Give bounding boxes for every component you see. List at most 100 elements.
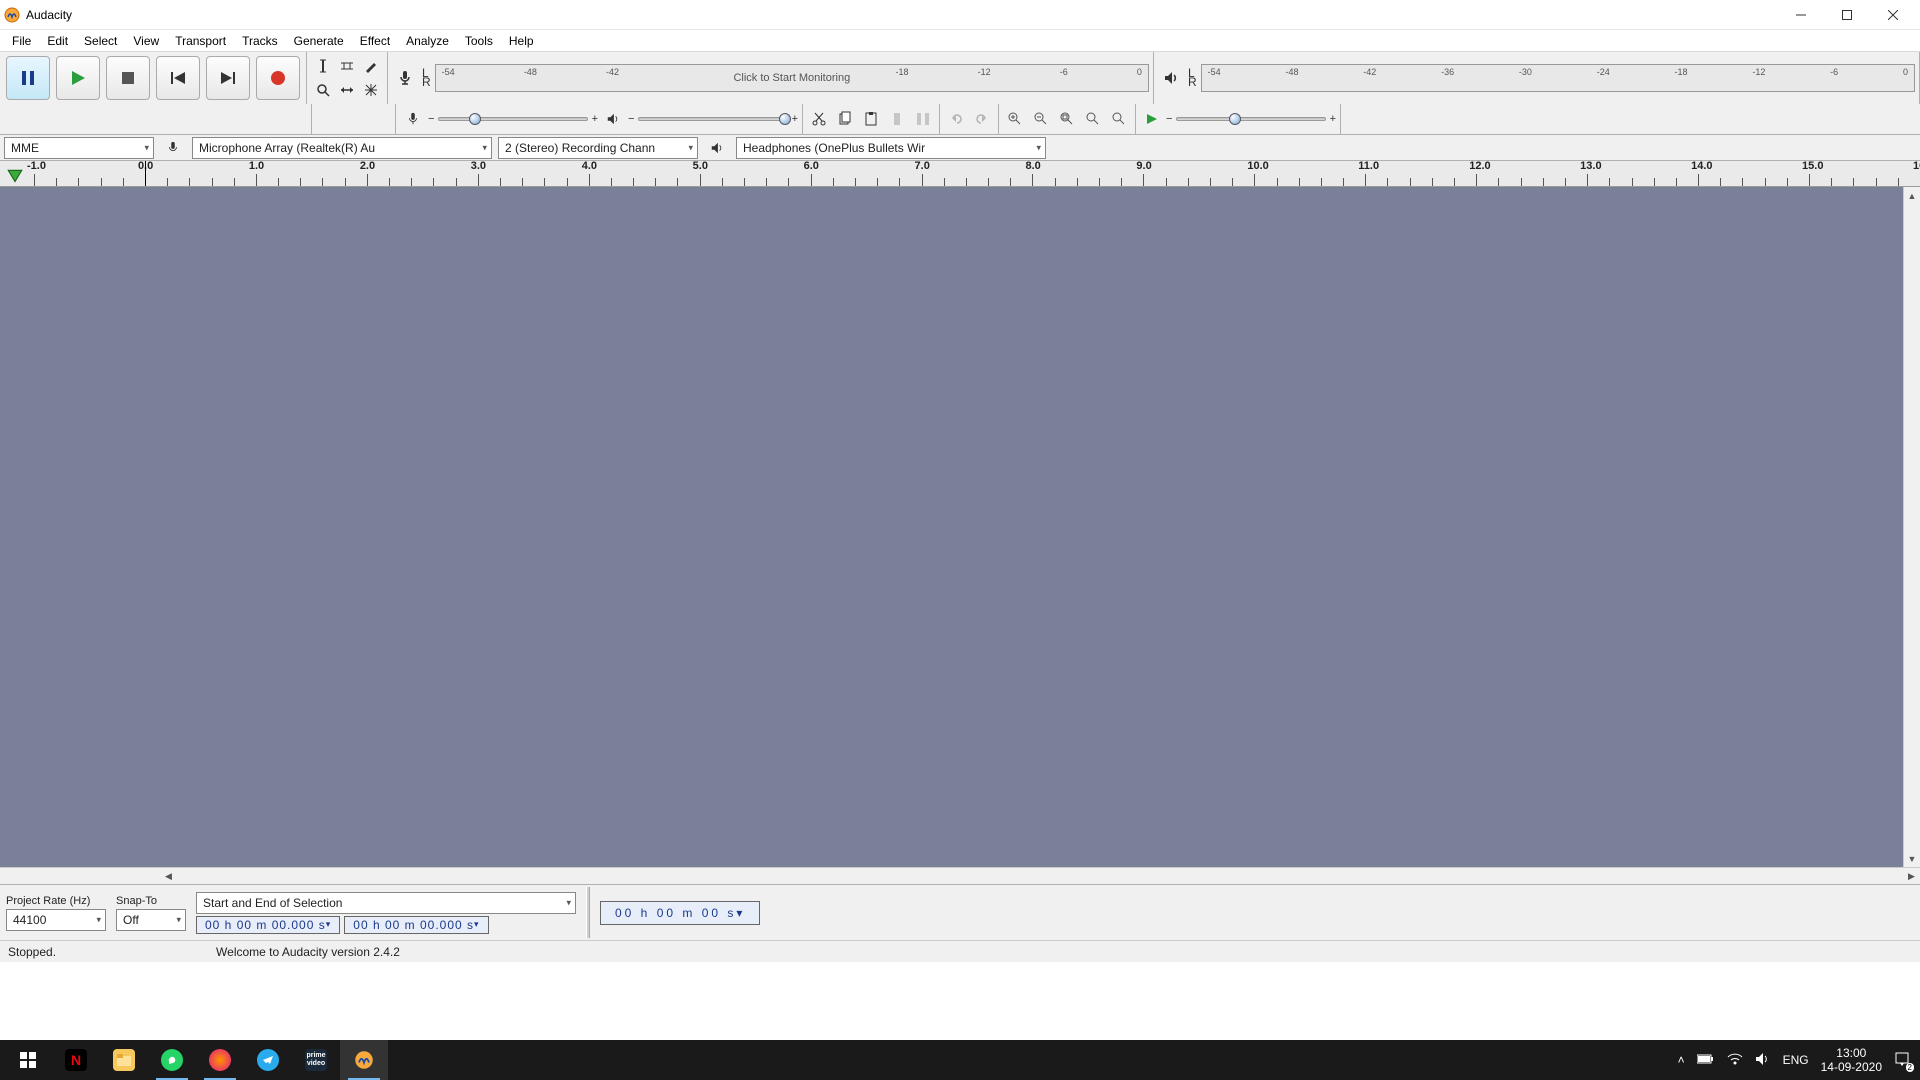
maximize-button[interactable]: [1824, 0, 1870, 30]
fit-project-button[interactable]: [1081, 107, 1105, 131]
playback-meter[interactable]: -54-48-42-36-30-24-18-12-60: [1201, 64, 1915, 92]
mic-gain-icon: [400, 106, 426, 132]
playback-speed-slider[interactable]: − +: [1166, 113, 1336, 125]
play-button[interactable]: [56, 56, 100, 100]
menu-help[interactable]: Help: [501, 32, 542, 50]
redo-button[interactable]: [970, 107, 994, 131]
project-rate-combo[interactable]: 44100▾: [6, 909, 106, 931]
paste-button[interactable]: [859, 107, 883, 131]
meter-lr-labels: LR: [420, 69, 433, 87]
selection-start-time[interactable]: 00 h 00 m 00.000 s▾: [196, 916, 340, 934]
selection-tool-button[interactable]: [311, 54, 335, 78]
fit-selection-button[interactable]: [1055, 107, 1079, 131]
taskbar-app-telegram[interactable]: [244, 1040, 292, 1080]
toolbar-area: LR -54-48-42-18-12-60 Click to Start Mon…: [0, 52, 1920, 135]
menu-edit[interactable]: Edit: [39, 32, 76, 50]
taskbar-app-firefox[interactable]: [196, 1040, 244, 1080]
tray-battery-icon[interactable]: [1697, 1053, 1715, 1068]
status-state: Stopped.: [8, 945, 56, 959]
cut-button[interactable]: [807, 107, 831, 131]
zoom-tool-button[interactable]: [311, 78, 335, 102]
taskbar-app-explorer[interactable]: [100, 1040, 148, 1080]
snap-to-combo[interactable]: Off▾: [116, 909, 186, 931]
horizontal-scrollbar[interactable]: ◀ ▶: [0, 867, 1920, 884]
timeline-ruler[interactable]: -1.00.01.02.03.04.05.06.07.08.09.010.011…: [0, 161, 1920, 187]
selection-mode-combo[interactable]: Start and End of Selection▾: [196, 892, 576, 914]
play-at-speed-button[interactable]: [1140, 107, 1164, 131]
speaker-device-icon: [704, 135, 730, 161]
taskbar-app-audacity[interactable]: [340, 1040, 388, 1080]
tray-notifications-icon[interactable]: 2: [1894, 1051, 1910, 1070]
stop-button[interactable]: [106, 56, 150, 100]
recording-device-combo[interactable]: Microphone Array (Realtek(R) Au▾: [192, 137, 492, 159]
minimize-button[interactable]: [1778, 0, 1824, 30]
pinned-play-head-icon[interactable]: [6, 168, 24, 186]
mic-icon[interactable]: [392, 65, 418, 91]
audio-position-time[interactable]: 00 h 00 m 00 s▾: [600, 901, 760, 925]
zoom-out-button[interactable]: [1029, 107, 1053, 131]
zoom-toolbar: [999, 104, 1136, 134]
scroll-down-icon[interactable]: ▼: [1904, 850, 1920, 867]
recording-meter[interactable]: -54-48-42-18-12-60 Click to Start Monito…: [435, 64, 1149, 92]
play-at-speed-toolbar: − +: [1136, 104, 1341, 134]
playback-device-combo[interactable]: Headphones (OnePlus Bullets Wir▾: [736, 137, 1046, 159]
menu-analyze[interactable]: Analyze: [398, 32, 457, 50]
taskbar-app-whatsapp[interactable]: [148, 1040, 196, 1080]
playback-volume-slider[interactable]: − +: [628, 113, 798, 125]
undo-button[interactable]: [944, 107, 968, 131]
snap-to-label: Snap-To: [116, 895, 186, 907]
speaker-icon[interactable]: [1158, 65, 1184, 91]
tray-chevron-icon[interactable]: ˄: [1678, 1053, 1685, 1067]
audio-host-combo[interactable]: MME▾: [4, 137, 154, 159]
taskbar-app-prime[interactable]: primevideo: [292, 1040, 340, 1080]
monitoring-hint: Click to Start Monitoring: [733, 72, 850, 84]
timeshift-tool-button[interactable]: [335, 78, 359, 102]
record-button[interactable]: [256, 56, 300, 100]
system-tray: ˄ ENG 13:00 14-09-2020 2: [1678, 1046, 1916, 1074]
status-bar: Stopped. Welcome to Audacity version 2.4…: [0, 940, 1920, 962]
vertical-scrollbar[interactable]: ▲ ▼: [1903, 187, 1920, 867]
transport-toolbar: [0, 52, 307, 104]
recording-volume-slider[interactable]: − +: [428, 113, 598, 125]
meter-lr-labels: LR: [1186, 69, 1199, 87]
scroll-up-icon[interactable]: ▲: [1904, 187, 1920, 204]
menu-tools[interactable]: Tools: [457, 32, 501, 50]
draw-tool-button[interactable]: [359, 54, 383, 78]
tray-volume-icon[interactable]: [1755, 1052, 1771, 1069]
menu-transport[interactable]: Transport: [167, 32, 234, 50]
multi-tool-button[interactable]: [359, 78, 383, 102]
silence-button[interactable]: [911, 107, 935, 131]
recording-channels-combo[interactable]: 2 (Stereo) Recording Chann▾: [498, 137, 698, 159]
skip-end-button[interactable]: [206, 56, 250, 100]
mixer-toolbar: − + − +: [396, 104, 803, 134]
project-rate-label: Project Rate (Hz): [6, 895, 106, 907]
menu-tracks[interactable]: Tracks: [234, 32, 286, 50]
close-button[interactable]: [1870, 0, 1916, 30]
menu-view[interactable]: View: [125, 32, 167, 50]
menu-select[interactable]: Select: [76, 32, 125, 50]
tray-wifi-icon[interactable]: [1727, 1052, 1743, 1069]
scroll-left-icon[interactable]: ◀: [160, 868, 177, 884]
tray-language[interactable]: ENG: [1783, 1053, 1809, 1067]
menu-effect[interactable]: Effect: [352, 32, 398, 50]
trim-button[interactable]: [885, 107, 909, 131]
menu-file[interactable]: File: [4, 32, 39, 50]
start-button[interactable]: [4, 1040, 52, 1080]
zoom-toggle-button[interactable]: [1107, 107, 1131, 131]
copy-button[interactable]: [833, 107, 857, 131]
menu-generate[interactable]: Generate: [286, 32, 352, 50]
envelope-tool-button[interactable]: [335, 54, 359, 78]
tray-clock[interactable]: 13:00 14-09-2020: [1821, 1046, 1882, 1074]
status-welcome: Welcome to Audacity version 2.4.2: [216, 945, 400, 959]
scroll-right-icon[interactable]: ▶: [1903, 868, 1920, 884]
track-area[interactable]: ▲ ▼: [0, 187, 1920, 867]
windows-taskbar: N primevideo ˄ ENG 13:00 14-09-2020 2: [0, 1040, 1920, 1080]
menu-bar: File Edit Select View Transport Tracks G…: [0, 30, 1920, 52]
taskbar-app-netflix[interactable]: N: [52, 1040, 100, 1080]
selection-end-time[interactable]: 00 h 00 m 00.000 s▾: [344, 916, 488, 934]
pause-button[interactable]: [6, 56, 50, 100]
zoom-in-button[interactable]: [1003, 107, 1027, 131]
skip-start-button[interactable]: [156, 56, 200, 100]
mic-device-icon: [160, 135, 186, 161]
edit-toolbar: [803, 104, 940, 134]
